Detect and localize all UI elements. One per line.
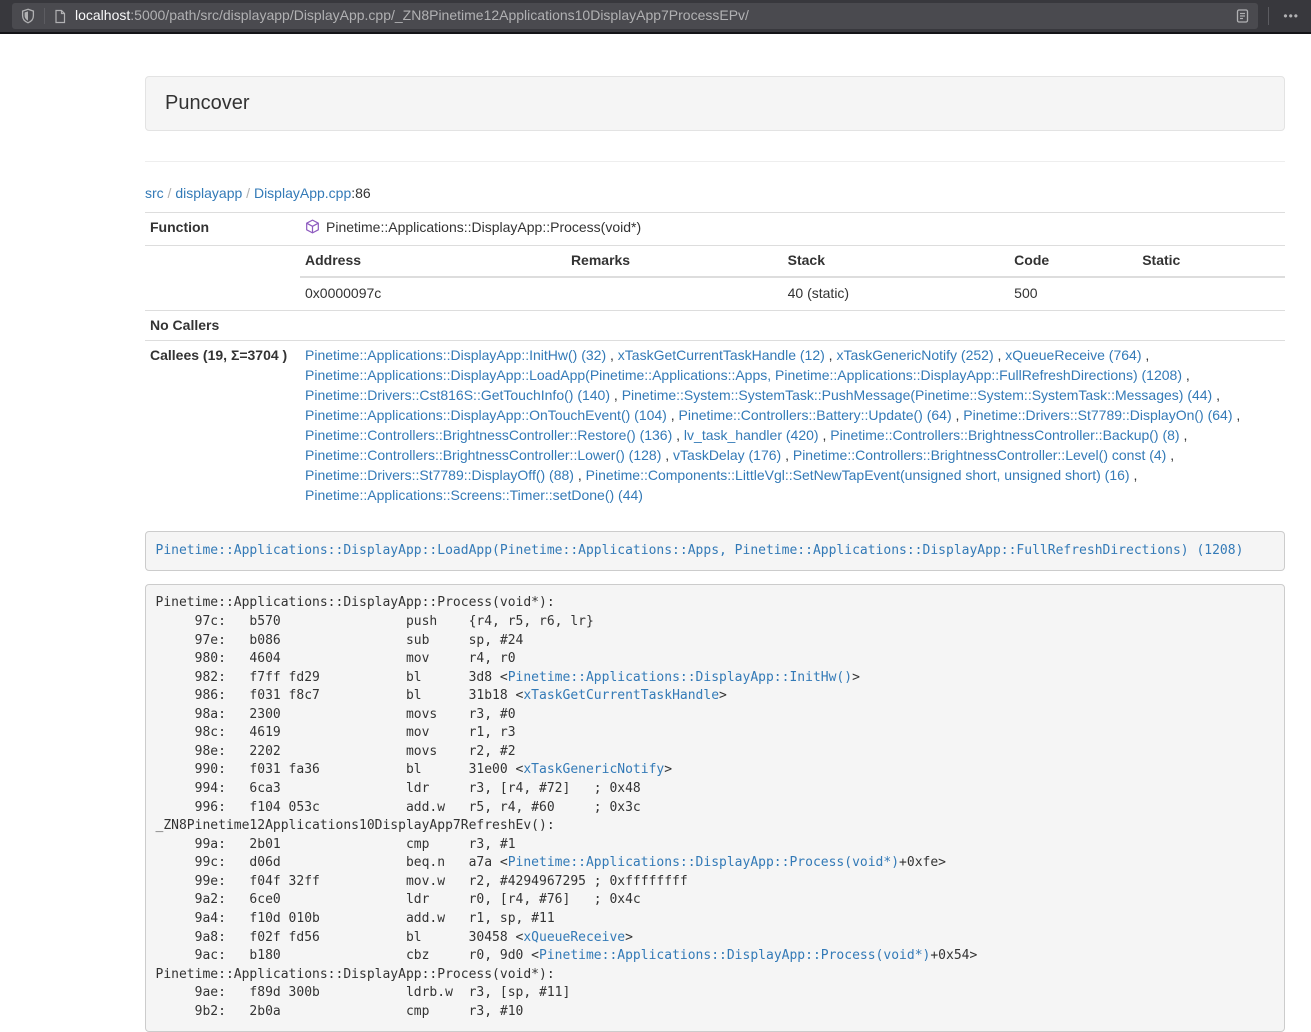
callee-separator: , (1233, 407, 1241, 423)
stats-col-address: Address (300, 246, 566, 277)
stats-value-static (1137, 277, 1285, 310)
callee-separator: , (1180, 427, 1188, 443)
callee-separator: , (825, 347, 837, 363)
breadcrumb-separator: / (164, 185, 176, 201)
disassembly-symbol-link[interactable]: xQueueReceive (523, 930, 625, 945)
callee-separator: , (672, 427, 684, 443)
callee-link[interactable]: lv_task_handler (420) (684, 427, 819, 443)
stats-value-stack: 40 (static) (783, 277, 1010, 310)
function-table: Function Pinetime::Applications::Display… (145, 212, 1285, 512)
disassembly-symbol-link[interactable]: Pinetime::Applications::DisplayApp::Proc… (508, 855, 899, 870)
callee-link[interactable]: Pinetime::Controllers::BrightnessControl… (305, 427, 672, 443)
function-name: Pinetime::Applications::DisplayApp::Proc… (326, 219, 641, 235)
page-identity-icon[interactable] (53, 9, 67, 24)
function-row: Function Pinetime::Applications::Display… (145, 212, 1285, 245)
breadcrumb: src / displayapp / DisplayApp.cpp:86 (145, 184, 1285, 204)
callee-separator: , (610, 387, 622, 403)
callee-link[interactable]: xQueueReceive (764) (1005, 347, 1141, 363)
callees-list: Pinetime::Applications::DisplayApp::Init… (300, 341, 1285, 511)
callee-link[interactable]: vTaskDelay (176) (673, 447, 781, 463)
callee-link[interactable]: xTaskGetCurrentTaskHandle (12) (618, 347, 825, 363)
callee-link[interactable]: Pinetime::Controllers::Battery::Update()… (679, 407, 952, 423)
callee-link[interactable]: Pinetime::Controllers::BrightnessControl… (830, 427, 1179, 443)
function-stats-row: AddressRemarksStackCodeStatic 0x0000097c… (145, 245, 1285, 310)
callee-separator: , (1141, 347, 1149, 363)
callee-separator: , (994, 347, 1006, 363)
callee-link[interactable]: Pinetime::System::SystemTask::PushMessag… (622, 387, 1213, 403)
stats-col-static: Static (1137, 246, 1285, 277)
callee-link[interactable]: Pinetime::Applications::DisplayApp::Load… (305, 367, 1182, 383)
callee-link[interactable]: Pinetime::Controllers::BrightnessControl… (305, 447, 661, 463)
no-callers-row: No Callers (145, 310, 1285, 341)
callee-separator: , (661, 447, 673, 463)
stats-value-remarks (566, 277, 783, 310)
stats-value-address: 0x0000097c (300, 277, 566, 310)
page-content: Puncover src / displayapp / DisplayApp.c… (145, 76, 1285, 1032)
urlbar-divider (44, 8, 45, 24)
divider (145, 161, 1285, 162)
callee-separator: , (574, 467, 586, 483)
overflow-menu-button[interactable]: ••• (1279, 8, 1303, 24)
app-title-panel: Puncover (145, 76, 1285, 131)
disassembly-symbol-link[interactable]: Pinetime::Applications::DisplayApp::Init… (508, 670, 852, 685)
callee-separator: , (1182, 367, 1190, 383)
callee-separator: , (1130, 467, 1138, 483)
breadcrumb-separator: / (242, 185, 254, 201)
function-row-label: Function (145, 212, 300, 245)
callee-separator: , (667, 407, 679, 423)
callee-separator: , (1166, 447, 1174, 463)
callee-link[interactable]: Pinetime::Components::LittleVgl::SetNewT… (586, 467, 1130, 483)
callee-separator: , (819, 427, 831, 443)
url-host: localhost (75, 7, 130, 23)
callees-label: Callees (19, Σ=3704 ) (145, 341, 300, 511)
highlighted-symbol-link[interactable]: Pinetime::Applications::DisplayApp::Load… (156, 543, 1244, 558)
stats-header-row: AddressRemarksStackCodeStatic (300, 246, 1285, 277)
breadcrumb-link-displayapp[interactable]: displayapp (175, 185, 242, 201)
no-callers-label: No Callers (145, 310, 300, 341)
stats-col-stack: Stack (783, 246, 1010, 277)
callees-row: Callees (19, Σ=3704 ) Pinetime::Applicat… (145, 341, 1285, 511)
shield-icon[interactable] (20, 8, 36, 24)
function-stats-table: AddressRemarksStackCodeStatic 0x0000097c… (300, 246, 1285, 310)
stats-col-code: Code (1009, 246, 1137, 277)
disassembly-symbol-link[interactable]: xTaskGenericNotify (523, 762, 664, 777)
callee-separator: , (1212, 387, 1220, 403)
callee-link[interactable]: Pinetime::Controllers::BrightnessControl… (793, 447, 1166, 463)
breadcrumb-link-displayapp.cpp[interactable]: DisplayApp.cpp (254, 185, 351, 201)
disassembly-listing: Pinetime::Applications::DisplayApp::Proc… (145, 584, 1285, 1032)
toolbar-divider (1268, 7, 1269, 25)
url-bar[interactable]: localhost:5000/path/src/displayapp/Displ… (12, 3, 1258, 29)
reader-mode-icon[interactable] (1235, 8, 1250, 24)
callee-separator: , (606, 347, 618, 363)
stats-value-row: 0x0000097c 40 (static)500 (300, 277, 1285, 310)
app-title-link[interactable]: Puncover (165, 92, 250, 114)
url-text[interactable]: localhost:5000/path/src/displayapp/Displ… (75, 6, 1235, 26)
highlighted-symbol-panel: Pinetime::Applications::DisplayApp::Load… (145, 531, 1285, 571)
callee-separator: , (781, 447, 793, 463)
callee-link[interactable]: Pinetime::Applications::Screens::Timer::… (305, 487, 643, 503)
breadcrumb-line-number: :86 (351, 185, 370, 201)
callee-link[interactable]: Pinetime::Drivers::St7789::DisplayOn() (… (963, 407, 1232, 423)
disassembly-symbol-link[interactable]: xTaskGetCurrentTaskHandle (523, 688, 719, 703)
url-path: :5000/path/src/displayapp/DisplayApp.cpp… (130, 7, 749, 23)
disassembly-symbol-link[interactable]: Pinetime::Applications::DisplayApp::Proc… (539, 948, 930, 963)
callee-link[interactable]: Pinetime::Drivers::St7789::DisplayOff() … (305, 467, 574, 483)
callee-link[interactable]: xTaskGenericNotify (252) (836, 347, 993, 363)
package-icon (305, 219, 320, 240)
callee-link[interactable]: Pinetime::Drivers::Cst816S::GetTouchInfo… (305, 387, 610, 403)
stats-col-remarks: Remarks (566, 246, 783, 277)
callee-link[interactable]: Pinetime::Applications::DisplayApp::Init… (305, 347, 606, 363)
callee-link[interactable]: Pinetime::Applications::DisplayApp::OnTo… (305, 407, 667, 423)
browser-toolbar: localhost:5000/path/src/displayapp/Displ… (0, 0, 1311, 34)
breadcrumb-link-src[interactable]: src (145, 185, 164, 201)
stats-value-code: 500 (1009, 277, 1137, 310)
callee-separator: , (952, 407, 964, 423)
